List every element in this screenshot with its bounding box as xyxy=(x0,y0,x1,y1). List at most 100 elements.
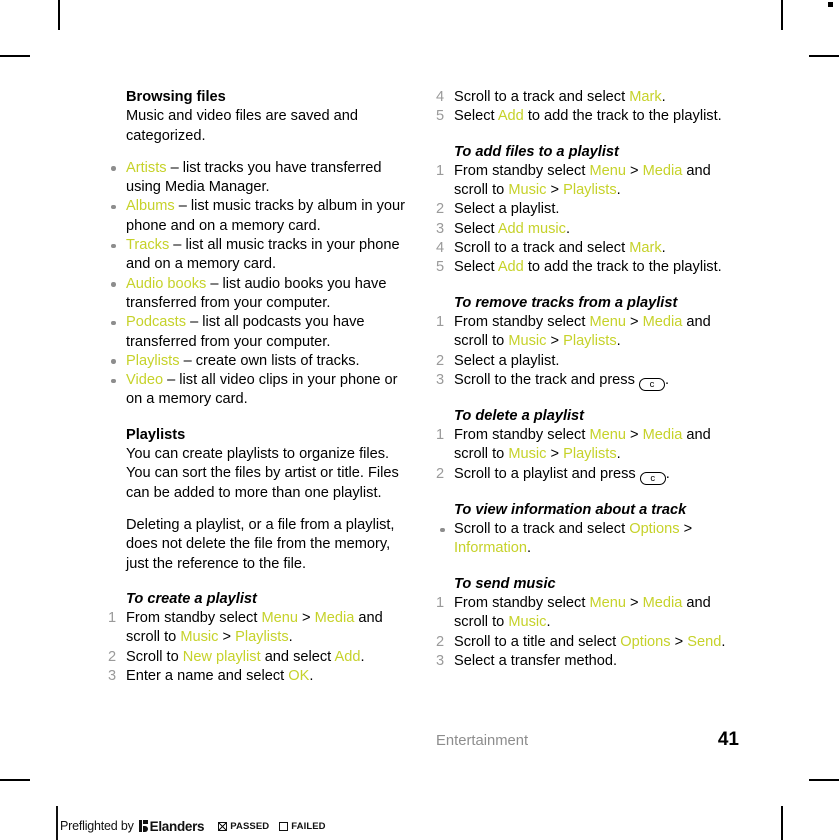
elanders-logo: Elanders xyxy=(138,819,205,834)
step-text: Scroll to a title and select xyxy=(454,633,621,650)
list-item-description: – list all video clips in your phone or … xyxy=(126,372,398,408)
step-text: > xyxy=(625,594,643,611)
step-text: > xyxy=(218,629,236,646)
list-item: Albums – list music tracks by album in y… xyxy=(108,197,406,236)
checkbox-checked-icon[interactable] xyxy=(218,821,228,831)
bullet-dot-icon xyxy=(111,166,116,171)
step-number: 2 xyxy=(436,201,445,218)
ui-term: Options xyxy=(629,521,680,538)
step-text: . xyxy=(664,371,669,388)
ui-term: Menu xyxy=(589,427,626,444)
procedure-step: 1 From standby select Menu > Media and sc… xyxy=(436,594,734,633)
clear-key-icon: c xyxy=(638,377,665,391)
ui-term: Music xyxy=(508,182,547,199)
ui-term: Music xyxy=(508,333,547,350)
ui-term: Media xyxy=(642,313,683,330)
playlists-paragraph-2: Deleting a playlist, or a file from a pl… xyxy=(126,516,395,572)
step-text: to add the track to the playlist. xyxy=(523,259,722,276)
clear-key-icon: c xyxy=(639,471,666,485)
ui-term: Menu xyxy=(589,162,626,179)
ui-term: Add xyxy=(497,259,524,276)
step-number: 1 xyxy=(436,313,445,330)
bullet-dot-icon xyxy=(440,527,445,533)
preflight-passed[interactable]: PASSED xyxy=(218,821,269,832)
procedure-steps: 1 From standby select Menu > Media and sc… xyxy=(436,313,734,391)
procedure-step: 3 Enter a name and select OK. xyxy=(108,667,406,686)
list-item: Artists – list tracks you have transferr… xyxy=(108,159,406,198)
bullet-dot-icon xyxy=(111,243,116,249)
step-text: . xyxy=(360,648,365,665)
procedure-step: 5 Select Add to add the track to the play… xyxy=(436,258,734,277)
ui-term: OK xyxy=(288,668,310,685)
left-column: Browsing files Music and video files are… xyxy=(108,88,406,686)
list-item: Video – list all video clips in your pho… xyxy=(108,371,406,410)
step-number: 2 xyxy=(436,352,445,369)
step-text: Select a transfer method. xyxy=(454,652,618,669)
preflight-failed[interactable]: FAILED xyxy=(279,820,326,832)
procedure-step: 2 Scroll to a playlist and press c. xyxy=(436,465,734,485)
right-column: 4 Scroll to a track and select Mark. 5 Sele… xyxy=(436,88,734,671)
procedure-step: Scroll to a track and select Options > I… xyxy=(436,520,734,559)
step-number: 1 xyxy=(436,162,445,179)
bullet-dot-icon xyxy=(111,204,116,210)
step-text: . xyxy=(721,633,726,650)
ui-term: Menu xyxy=(589,313,626,330)
step-text: Select a playlist. xyxy=(454,352,560,369)
checkbox-empty-icon[interactable] xyxy=(279,821,289,831)
step-number: 1 xyxy=(436,594,445,611)
procedure-steps-create-playlist: 1 From standby select Menu > Media and sc… xyxy=(108,609,406,686)
browsing-files-intro: Music and video files are saved and cate… xyxy=(126,108,359,144)
step-text: Scroll to xyxy=(126,648,183,665)
step-text: Enter a name and select xyxy=(126,668,289,685)
footer-chapter-name: Entertainment xyxy=(436,733,529,749)
step-text: > xyxy=(625,162,643,179)
list-item: Podcasts – list all podcasts you have tr… xyxy=(108,313,406,352)
step-text: From standby select xyxy=(454,594,590,611)
step-text: . xyxy=(565,220,571,237)
step-text: From standby select xyxy=(454,162,590,179)
procedure-step: 2 Select a playlist. xyxy=(436,352,734,371)
ui-term: Information xyxy=(454,540,528,557)
procedure-title: To remove tracks from a playlist xyxy=(454,294,678,311)
preflight-divider xyxy=(56,806,58,840)
ui-term: Audio books xyxy=(126,275,207,292)
playlists-paragraph-1: You can create playlists to organize fil… xyxy=(126,446,399,501)
step-text: . xyxy=(546,614,551,631)
ui-term: Menu xyxy=(261,610,298,627)
preflight-label: Preflighted by xyxy=(60,819,134,833)
step-text: > xyxy=(625,427,643,444)
step-number: 3 xyxy=(436,220,445,237)
bullet-dot-icon xyxy=(111,320,116,326)
procedure-title: To view information about a track xyxy=(454,501,687,518)
preflight-failed-label: FAILED xyxy=(291,820,326,832)
bullet-dot-icon xyxy=(111,359,116,364)
procedure-step: 2 Scroll to New playlist and select Add. xyxy=(108,648,406,667)
step-text: > xyxy=(670,633,688,650)
procedure-step: 5 Select Add to add the track to the play… xyxy=(436,107,734,126)
ui-term: Podcasts xyxy=(126,314,187,331)
ui-term: New playlist xyxy=(182,648,261,665)
ui-term: Mark xyxy=(629,240,662,257)
step-text: . xyxy=(616,446,621,463)
browsing-files-bullet-list: Artists – list tracks you have transferr… xyxy=(108,159,406,410)
footer-page-number: 41 xyxy=(717,729,739,750)
ui-term: Music xyxy=(508,446,547,463)
step-text: Select xyxy=(454,220,498,237)
procedure-title-create-playlist: To create a playlist xyxy=(126,590,257,607)
step-text: Scroll to the track and press xyxy=(454,371,639,388)
list-item: Audio books – list audio books you have … xyxy=(108,275,406,314)
procedure-step: 1 From standby select Menu > Media and sc… xyxy=(436,313,734,352)
step-number: 1 xyxy=(436,427,445,444)
list-item-description: – create own lists of tracks. xyxy=(179,352,360,369)
procedure-steps-continued: 4 Scroll to a track and select Mark. 5 Sele… xyxy=(436,88,734,127)
step-text: Select xyxy=(454,108,498,125)
step-text: From standby select xyxy=(126,610,262,627)
step-text: Scroll to a track and select xyxy=(454,521,630,538)
ui-term: Send xyxy=(687,633,722,650)
step-text: From standby select xyxy=(454,427,590,444)
step-number: 3 xyxy=(436,652,445,669)
ui-term: Artists xyxy=(126,159,167,176)
